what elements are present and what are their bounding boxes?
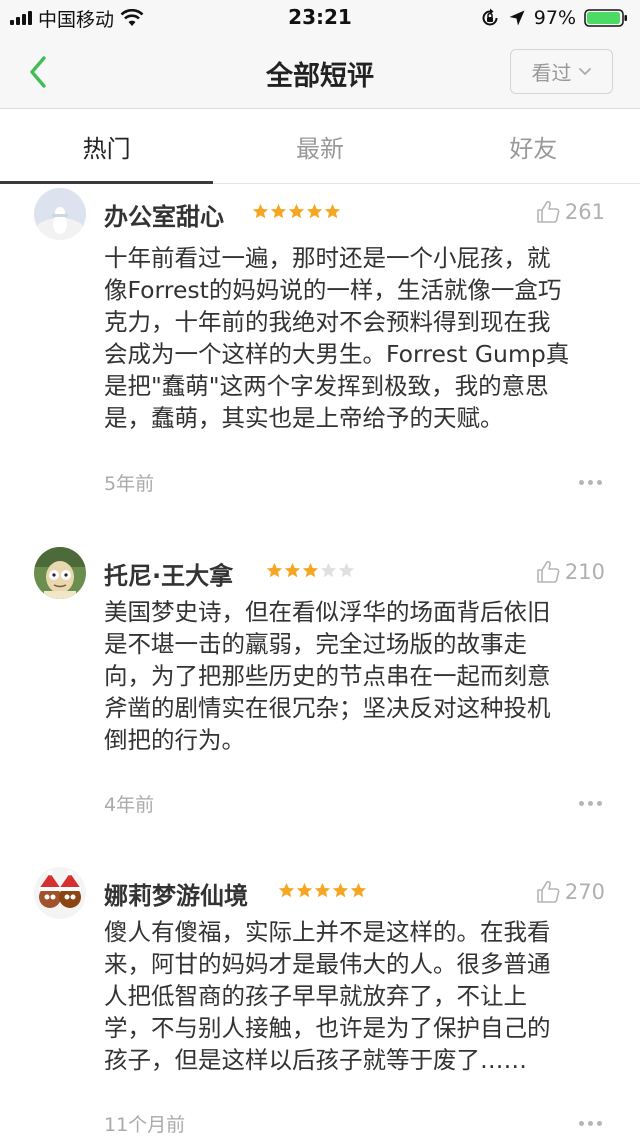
thumbs-up-icon [537, 560, 560, 583]
star-empty-icon [338, 562, 355, 578]
star-filled-icon [350, 882, 367, 898]
username[interactable]: 娜莉梦游仙境 [104, 876, 248, 911]
comment-time: 5年前 [104, 473, 155, 495]
like-count: 261 [564, 200, 605, 224]
like-button[interactable]: 210 [535, 559, 605, 585]
comment-item: 娜莉梦游仙境 270 傻人有傻福，实际上并不是这样的。在我看 来，阿甘的妈妈才是… [0, 864, 640, 1138]
battery-icon [584, 9, 627, 27]
more-options-icon[interactable] [579, 1118, 602, 1128]
comment-text: 美国梦史诗，但在看似浮华的场面背后依旧 是不堪一击的羸弱，完全过场版的故事走 向… [104, 596, 606, 756]
star-filled-icon [284, 562, 301, 578]
comment-line: 斧凿的剧情实在很冗杂；坚决反对这种投机 [104, 694, 551, 722]
comment-line: 是不堪一击的羸弱，完全过场版的故事走 [104, 630, 527, 658]
status-right: 97% [480, 6, 628, 30]
comment-line: 是，蠢萌，其实也是上帝给予的天赋。 [104, 404, 504, 432]
comment-line: 来，阿甘的妈妈才是最伟大的人。很多普通 [104, 950, 551, 978]
username[interactable]: 托尼·王大拿 [104, 556, 233, 591]
tab-bar: 热门 最新 好友 [0, 108, 640, 184]
star-filled-icon [266, 562, 283, 578]
chevron-down-icon [578, 67, 591, 75]
star-empty-icon [320, 562, 337, 578]
seen-filter-label: 看过 [531, 61, 572, 85]
comment-line: 孩子，但是这样以后孩子就等于废了…… [104, 1046, 527, 1074]
comment-item: 托尼·王大拿 210 美国梦史诗，但在看似浮华的场面背后依旧 是不堪一击的羸弱，… [0, 544, 640, 864]
star-filled-icon [302, 562, 319, 578]
like-button[interactable]: 270 [535, 879, 605, 905]
comment-line: 十年前看过一遍，那时还是一个小屁孩，就 [104, 244, 551, 272]
comment-line: 是把"蠢萌"这两个字发挥到极致，我的意思 [104, 372, 549, 400]
comment-line: 会成为一个这样的大男生。Forrest Gump真 [104, 340, 570, 368]
more-options-icon[interactable] [579, 798, 602, 808]
star-filled-icon [270, 203, 287, 219]
comment-text: 十年前看过一遍，那时还是一个小屁孩，就 像Forrest的妈妈说的一样，生活就像… [104, 242, 606, 434]
comment-list[interactable]: 办公室甜心 261 十年前看过一遍，那时还是一个小屁孩，就 像Forrest的妈… [0, 184, 640, 1138]
star-filled-icon [278, 882, 295, 898]
tab-hot[interactable]: 热门 [0, 109, 214, 184]
tab-label: 好友 [509, 134, 558, 163]
comment-time: 11个月前 [104, 1114, 186, 1136]
like-button[interactable]: 261 [535, 199, 605, 225]
avatar[interactable] [34, 188, 86, 240]
star-filled-icon [288, 203, 305, 219]
comment-text: 傻人有傻福，实际上并不是这样的。在我看 来，阿甘的妈妈才是最伟大的人。很多普通 … [104, 916, 606, 1076]
comment-time: 4年前 [104, 794, 155, 816]
comment-line: 傻人有傻福，实际上并不是这样的。在我看 [104, 918, 551, 946]
comment-item: 办公室甜心 261 十年前看过一遍，那时还是一个小屁孩，就 像Forrest的妈… [0, 184, 640, 504]
username[interactable]: 办公室甜心 [104, 197, 224, 232]
star-filled-icon [324, 203, 341, 219]
more-options-icon[interactable] [579, 477, 602, 487]
comment-line: 人把低智商的孩子早早就放弃了，不让上 [104, 982, 527, 1010]
avatar[interactable] [34, 867, 86, 919]
star-filled-icon [296, 882, 313, 898]
avatar[interactable] [34, 547, 86, 599]
status-bar: 中国移动 23:21 97% [0, 0, 640, 36]
star-filled-icon [252, 203, 269, 219]
tab-label: 热门 [82, 134, 131, 163]
star-filled-icon [332, 882, 349, 898]
like-count: 210 [564, 560, 605, 584]
seen-filter-dropdown[interactable]: 看过 [510, 49, 613, 94]
rating-stars [252, 203, 341, 220]
thumbs-up-icon [537, 880, 560, 903]
tab-label: 最新 [295, 134, 344, 163]
rating-stars [266, 562, 355, 579]
like-count: 270 [564, 880, 605, 904]
rating-stars [278, 882, 367, 899]
location-arrow-icon [509, 10, 525, 26]
comment-line: 向，为了把那些历史的节点串在一起而刻意 [104, 662, 551, 690]
comment-line: 美国梦史诗，但在看似浮华的场面背后依旧 [104, 598, 551, 626]
nav-bar: 全部短评 看过 [0, 36, 640, 108]
comment-line: 像Forrest的妈妈说的一样，生活就像一盒巧 [104, 276, 562, 304]
orientation-lock-icon [482, 8, 498, 26]
comment-line: 学，不与别人接触，也许是为了保护自己的 [104, 1014, 551, 1042]
tab-friends[interactable]: 好友 [427, 109, 640, 183]
star-filled-icon [314, 882, 331, 898]
comment-line: 克力，十年前的我绝对不会预料得到现在我 [104, 308, 551, 336]
star-filled-icon [306, 203, 323, 219]
tab-latest[interactable]: 最新 [213, 109, 426, 183]
comment-line: 倒把的行为。 [104, 726, 245, 754]
thumbs-up-icon [537, 200, 560, 223]
battery-percent: 97% [533, 7, 576, 29]
